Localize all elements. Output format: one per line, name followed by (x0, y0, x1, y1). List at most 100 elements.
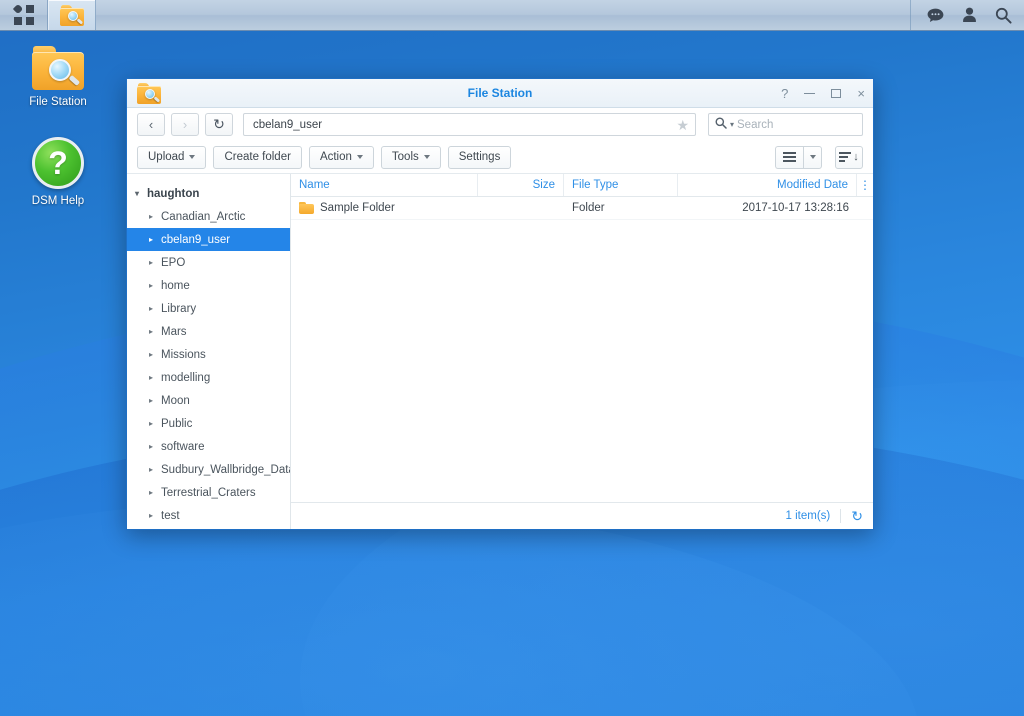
column-header-modified-date[interactable]: Modified Date (678, 174, 857, 196)
upload-label: Upload (148, 151, 185, 163)
main-menu-button[interactable] (0, 0, 48, 30)
forward-button[interactable]: › (171, 113, 199, 136)
toolbar: Upload Create folder Action Tools Settin… (127, 141, 873, 173)
desktop-icon-label: DSM Help (31, 195, 85, 207)
chevron-right-icon[interactable]: ▸ (149, 281, 161, 290)
notifications-icon[interactable] (927, 8, 944, 23)
cell-name: Sample Folder (291, 202, 478, 214)
action-button[interactable]: Action (308, 145, 374, 169)
sort-button[interactable]: ↓ (835, 145, 863, 169)
file-station-icon (60, 4, 84, 26)
sidebar-item-label: haughton (147, 187, 200, 200)
file-station-icon (137, 82, 161, 104)
chevron-down-icon (356, 155, 363, 159)
create-folder-button[interactable]: Create folder (213, 145, 302, 169)
chevron-right-icon[interactable]: ▸ (149, 488, 161, 497)
chevron-down-icon[interactable]: ▾ (135, 189, 147, 198)
column-options-icon[interactable]: ⋮ (857, 174, 873, 196)
chevron-right-icon[interactable]: ▸ (149, 373, 161, 382)
taskbar-spacer (96, 0, 910, 30)
file-name-label: Sample Folder (320, 202, 395, 214)
folder-icon (299, 202, 314, 214)
chevron-down-icon[interactable]: ▾ (730, 120, 734, 129)
chevron-right-icon[interactable]: ▸ (149, 235, 161, 244)
sidebar-item-missions[interactable]: ▸ Missions (127, 343, 290, 366)
address-path: cbelan9_user (253, 118, 323, 131)
sidebar-item-label: Moon (161, 394, 190, 407)
table-row[interactable]: Sample Folder Folder 2017-10-17 13:28:16 (291, 197, 873, 220)
chevron-right-icon[interactable]: ▸ (149, 327, 161, 336)
refresh-button[interactable]: ↻ (205, 113, 233, 136)
upload-button[interactable]: Upload (137, 145, 207, 169)
chevron-right-icon[interactable]: ▸ (149, 304, 161, 313)
column-header-file-type[interactable]: File Type (564, 174, 678, 196)
sidebar-item-label: Library (161, 302, 197, 315)
sidebar-item-home[interactable]: ▸ home (127, 274, 290, 297)
file-station-window: File Station ? × ‹ › ↻ cbelan9_user ★ ▾ (126, 78, 892, 530)
close-button[interactable]: × (857, 87, 865, 100)
taskbar-item-file-station[interactable] (48, 0, 96, 30)
settings-button[interactable]: Settings (447, 145, 512, 169)
chevron-right-icon[interactable]: ▸ (149, 511, 161, 520)
user-account-icon[interactable] (962, 7, 977, 23)
window-controls: ? × (781, 79, 865, 108)
maximize-button[interactable] (831, 89, 842, 98)
sidebar-item-library[interactable]: ▸ Library (127, 297, 290, 320)
window-titlebar[interactable]: File Station ? × (127, 79, 873, 108)
minimize-button[interactable] (804, 92, 816, 95)
view-mode-group (775, 145, 822, 169)
window-icon-slot (127, 82, 161, 104)
chevron-right-icon[interactable]: ▸ (149, 396, 161, 405)
chevron-right-icon[interactable]: ▸ (149, 350, 161, 359)
back-button[interactable]: ‹ (137, 113, 165, 136)
column-header-name[interactable]: Name (291, 174, 478, 196)
desktop-icon-file-station[interactable]: File Station (15, 46, 101, 109)
file-list[interactable]: Sample Folder Folder 2017-10-17 13:28:16 (291, 197, 873, 502)
background-band-4 (0, 500, 920, 716)
tools-button[interactable]: Tools (380, 145, 441, 169)
chevron-down-icon (809, 155, 816, 159)
sidebar-item-modelling[interactable]: ▸ modelling (127, 366, 290, 389)
sidebar-item-label: Public (161, 417, 193, 430)
sidebar-item-terrestrial_craters[interactable]: ▸ Terrestrial_Craters (127, 481, 290, 504)
sidebar-item-epo[interactable]: ▸ EPO (127, 251, 290, 274)
star-icon[interactable]: ★ (676, 118, 689, 132)
folder-tree-sidebar[interactable]: ▾ haughton ▸ Canadian_Arctic ▸ cbelan9_user… (127, 174, 291, 529)
chevron-right-icon[interactable]: ▸ (149, 212, 161, 221)
column-header-size[interactable]: Size (478, 174, 564, 196)
chevron-right-icon[interactable]: ▸ (149, 465, 161, 474)
chevron-right-icon[interactable]: ▸ (149, 442, 161, 451)
navigation-bar: ‹ › ↻ cbelan9_user ★ ▾ (127, 108, 892, 141)
sidebar-item-cbelan9_user[interactable]: ▸ cbelan9_user (127, 228, 290, 251)
status-bar: 1 item(s) ↻ (291, 502, 873, 529)
chevron-right-icon[interactable]: ▸ (149, 258, 161, 267)
sidebar-item-label: Terrestrial_Craters (161, 486, 256, 499)
sidebar-item-test[interactable]: ▸ test (127, 504, 290, 527)
status-divider (840, 509, 842, 523)
help-icon: ? (32, 137, 84, 189)
address-bar[interactable]: cbelan9_user ★ (243, 113, 696, 136)
search-icon[interactable] (995, 7, 1012, 24)
file-list-header: Name Size File Type Modified Date ⋮ (291, 174, 873, 197)
search-box[interactable]: ▾ (708, 113, 892, 136)
desktop-icon-dsm-help[interactable]: ? DSM Help (15, 137, 101, 208)
desktop-icon-label: File Station (29, 96, 87, 108)
window-body: ▾ haughton ▸ Canadian_Arctic ▸ cbelan9_user… (127, 173, 873, 529)
taskbar (0, 0, 1024, 31)
view-mode-dropdown[interactable] (803, 145, 822, 169)
search-input[interactable] (737, 118, 892, 131)
sidebar-item-haughton[interactable]: ▾ haughton (127, 182, 290, 205)
sidebar-item-label: Sudbury_Wallbridge_Data (161, 463, 290, 476)
sidebar-item-moon[interactable]: ▸ Moon (127, 389, 290, 412)
sidebar-item-sudbury_wallbridge_data[interactable]: ▸ Sudbury_Wallbridge_Data (127, 458, 290, 481)
sidebar-item-software[interactable]: ▸ software (127, 435, 290, 458)
refresh-icon[interactable]: ↻ (851, 508, 863, 525)
sidebar-item-canadian_arctic[interactable]: ▸ Canadian_Arctic (127, 205, 290, 228)
chevron-right-icon[interactable]: ▸ (149, 419, 161, 428)
help-button[interactable]: ? (781, 87, 788, 100)
sidebar-item-public[interactable]: ▸ Public (127, 412, 290, 435)
window-title: File Station (467, 86, 533, 100)
view-mode-button[interactable] (775, 145, 803, 169)
sidebar-item-mars[interactable]: ▸ Mars (127, 320, 290, 343)
sidebar-item-label: cbelan9_user (161, 233, 231, 246)
